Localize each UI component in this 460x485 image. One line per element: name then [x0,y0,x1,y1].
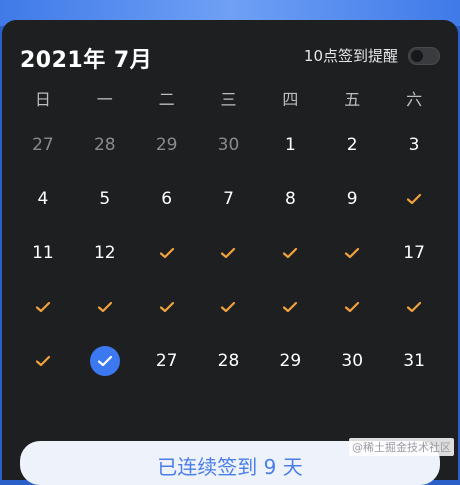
weekday-header: 四 [282,90,299,109]
check-icon [283,301,298,313]
day-number: 30 [341,351,364,371]
month-title: 2021年 7月 [20,48,153,73]
day-number: 27 [155,351,178,371]
weekday-header: 二 [158,90,175,109]
day-cell[interactable]: 6 [136,172,198,226]
weekday-header: 日 [34,90,51,109]
check-icon [221,301,236,313]
check-icon [406,301,422,313]
day-cell[interactable]: 17 [383,226,445,280]
check-icon [35,301,51,313]
day-cell[interactable]: 9 [321,172,383,226]
day-cell-checked[interactable] [12,334,74,388]
day-cell-checked[interactable] [198,280,260,334]
day-cell-checked[interactable] [136,280,198,334]
check-icon [159,301,174,313]
toggle-knob [411,49,423,62]
streak-label: 已连续签到 9 天 [157,455,303,479]
day-cell[interactable]: 27 [136,334,198,388]
day-number: 2 [346,135,358,155]
day-cell-checked[interactable] [198,226,260,280]
calendar-grid: 日一二三四五六 27 28 29 30 1 2 3 4 5 6 7 8 9 11 12 17 27 28 29 30 31 [12,78,445,388]
day-cell-other-month[interactable]: 29 [136,118,198,172]
day-cell-other-month[interactable]: 30 [198,118,260,172]
day-cell[interactable]: 30 [321,334,383,388]
day-cell-checked[interactable] [136,226,198,280]
day-number: 11 [32,243,54,263]
day-number: 6 [161,189,173,209]
weekday-header: 五 [344,90,361,109]
day-cell[interactable]: 4 [12,172,74,226]
reminder-setting: 10点签到提醒 [304,45,440,66]
day-number: 27 [32,135,54,155]
day-number: 5 [99,189,111,209]
day-number: 1 [284,135,296,155]
day-cell-selected[interactable] [74,334,136,388]
day-cell-checked[interactable] [12,280,74,334]
weekday-header: 一 [96,90,113,109]
check-icon [35,355,51,367]
day-cell-checked[interactable] [259,280,321,334]
day-cell[interactable]: 28 [198,334,260,388]
day-cell[interactable]: 31 [383,334,445,388]
day-cell-checked[interactable] [74,280,136,334]
check-icon [406,193,422,205]
day-cell[interactable]: 8 [259,172,321,226]
day-cell[interactable]: 7 [198,172,260,226]
day-cell-checked[interactable] [321,226,383,280]
day-number: 17 [403,243,425,263]
day-cell-checked[interactable] [383,172,445,226]
day-cell-other-month[interactable]: 27 [12,118,74,172]
check-icon [97,355,112,367]
day-cell[interactable]: 29 [259,334,321,388]
day-number: 28 [217,351,240,371]
reminder-label: 10点签到提醒 [303,47,398,65]
day-number: 29 [279,351,302,371]
watermark: @稀土掘金技术社区 [349,438,454,456]
day-number: 8 [284,189,296,209]
day-cell[interactable]: 5 [74,172,136,226]
day-number: 28 [93,135,116,155]
check-icon [345,247,360,259]
day-cell-checked[interactable] [383,280,445,334]
day-number: 9 [346,189,358,209]
day-number: 4 [37,189,49,209]
weekday-header: 三 [220,90,237,109]
check-icon [159,247,174,259]
day-number: 3 [408,135,420,155]
day-cell[interactable]: 2 [321,118,383,172]
selected-day-circle [89,346,120,376]
day-cell-checked[interactable] [259,226,321,280]
day-cell[interactable]: 3 [383,118,445,172]
day-number: 12 [93,243,116,263]
weekday-header: 六 [406,90,423,109]
day-number: 7 [223,189,234,209]
check-icon [283,247,298,259]
day-cell[interactable]: 1 [259,118,321,172]
day-cell-checked[interactable] [321,280,383,334]
check-icon [345,301,360,313]
check-icon [221,247,236,259]
check-icon [97,301,112,313]
reminder-toggle[interactable] [408,46,440,65]
day-number: 30 [217,135,240,155]
day-number: 31 [403,351,425,371]
day-cell-other-month[interactable]: 28 [74,118,136,172]
day-cell[interactable]: 12 [74,226,136,280]
day-cell[interactable]: 11 [12,226,74,280]
day-number: 29 [155,135,178,155]
